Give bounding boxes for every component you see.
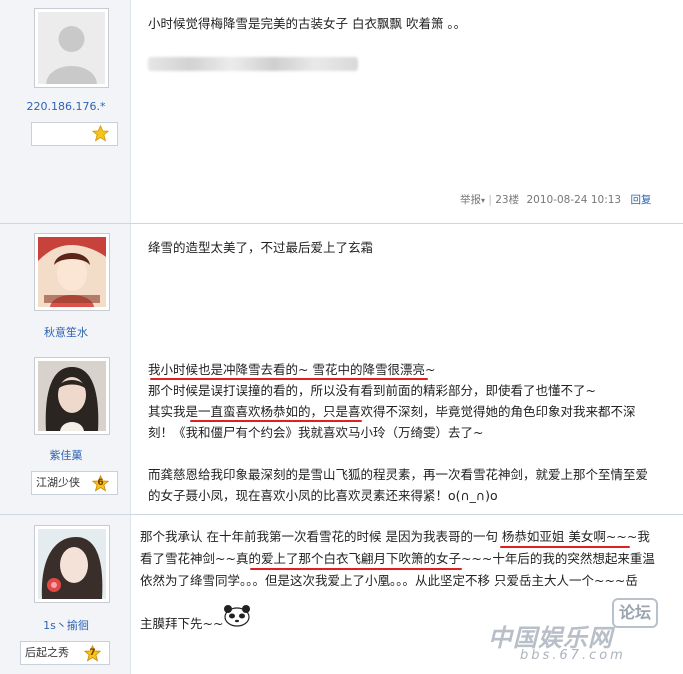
watermark-badge: 论坛 (612, 598, 658, 628)
woman-portrait-avatar-icon (38, 361, 106, 431)
avatar[interactable] (34, 8, 109, 88)
username[interactable]: 秋意笙水 (10, 324, 122, 340)
red-underline (250, 568, 462, 570)
post-text-line: 我小时候也是冲降雪去看的~ 雪花中的降雪很漂亮~ (148, 362, 436, 377)
post-text-line: 小时候觉得梅降雪是完美的古装女子 白衣飘飘 吹着箫 。。 (148, 16, 467, 31)
post-text-line: 而龚慈恩给我印象最深刻的是雪山飞狐的程灵素，再一次看雪花神剑，就爱上那个至情至爱 (148, 467, 649, 482)
dropdown-icon[interactable]: ▾ (481, 196, 485, 205)
red-underline (190, 420, 362, 422)
username[interactable]: 1s丶揄徊 (10, 617, 122, 633)
username[interactable]: 紫佳菓 (10, 447, 122, 463)
avatar[interactable] (34, 525, 110, 603)
post-meta: 举报▾ | 23楼 2010-08-24 10:13 回复 (460, 194, 652, 206)
rank-label: 后起之秀 (25, 646, 69, 659)
star-icon (92, 125, 109, 142)
rank-box: 江湖少侠 6 (31, 471, 118, 495)
post-text-line: 那个我承认 在十年前我第一次看雪花的时候 是因为我表哥的一句 杨恭如亚姐 美女啊… (140, 529, 650, 544)
avatar[interactable] (34, 357, 110, 435)
post-text-line: 刻！《我和僵尸有个约会》我就喜欢马小玲（万绮雯）去了~ (148, 425, 484, 440)
level-badge-icon: 6 (91, 474, 110, 492)
girl-with-flower-avatar-icon (38, 529, 106, 599)
blurred-signature (148, 57, 358, 71)
rank-box (31, 122, 118, 146)
floor-number: 23楼 (495, 194, 520, 206)
watermark-url: bbs.67.com (520, 648, 626, 663)
post-text-line: 绛雪的造型太美了，不过最后爱上了玄霜 (148, 240, 374, 255)
post-separator (0, 514, 683, 515)
report-link[interactable]: 举报 (460, 194, 481, 206)
panda-emoticon-icon (224, 605, 250, 627)
post-text-line: 依然为了绛雪同学。。。但是这次我爱上了小凰。。。从此坚定不移 只爱岳主大人一个~… (140, 573, 638, 588)
red-underline (500, 546, 630, 548)
post-text-line: 主膜拜下先~~ (140, 616, 224, 631)
username[interactable]: 220.186.176.* (10, 100, 122, 113)
level-badge-icon: 7 (83, 644, 102, 662)
rank-box: 后起之秀 7 (20, 641, 110, 665)
level-number: 7 (89, 648, 96, 658)
post-text-line: 的女子聂小凤，现在喜欢小凤的比喜欢灵素还来得紧！o(∩_∩)o (148, 488, 498, 503)
post-time: 2010-08-24 10:13 (526, 194, 622, 206)
level-number: 6 (97, 478, 104, 488)
post-text-line: 其实我是一直蛮喜欢杨恭如的，只是喜欢得不深刻，毕竟觉得她的角色印象对我来都不深 (148, 404, 636, 419)
rank-label: 江湖少侠 (36, 476, 80, 489)
reply-link[interactable]: 回复 (630, 194, 651, 206)
avatar[interactable] (34, 233, 110, 311)
post-text-line: 那个时候是误打误撞的看的，所以没有看到前面的精彩部分，即使看了也懂不了~ (148, 383, 596, 398)
default-avatar-icon (38, 12, 105, 84)
red-underline (150, 378, 428, 380)
post-separator (0, 223, 683, 224)
post-text-line: 看了雪花神剑~~真的爱上了那个白衣飞翩月下吹箫的女子~~~十年后的我的突然想起来… (140, 551, 655, 566)
anime-girl-avatar-icon (38, 237, 106, 307)
